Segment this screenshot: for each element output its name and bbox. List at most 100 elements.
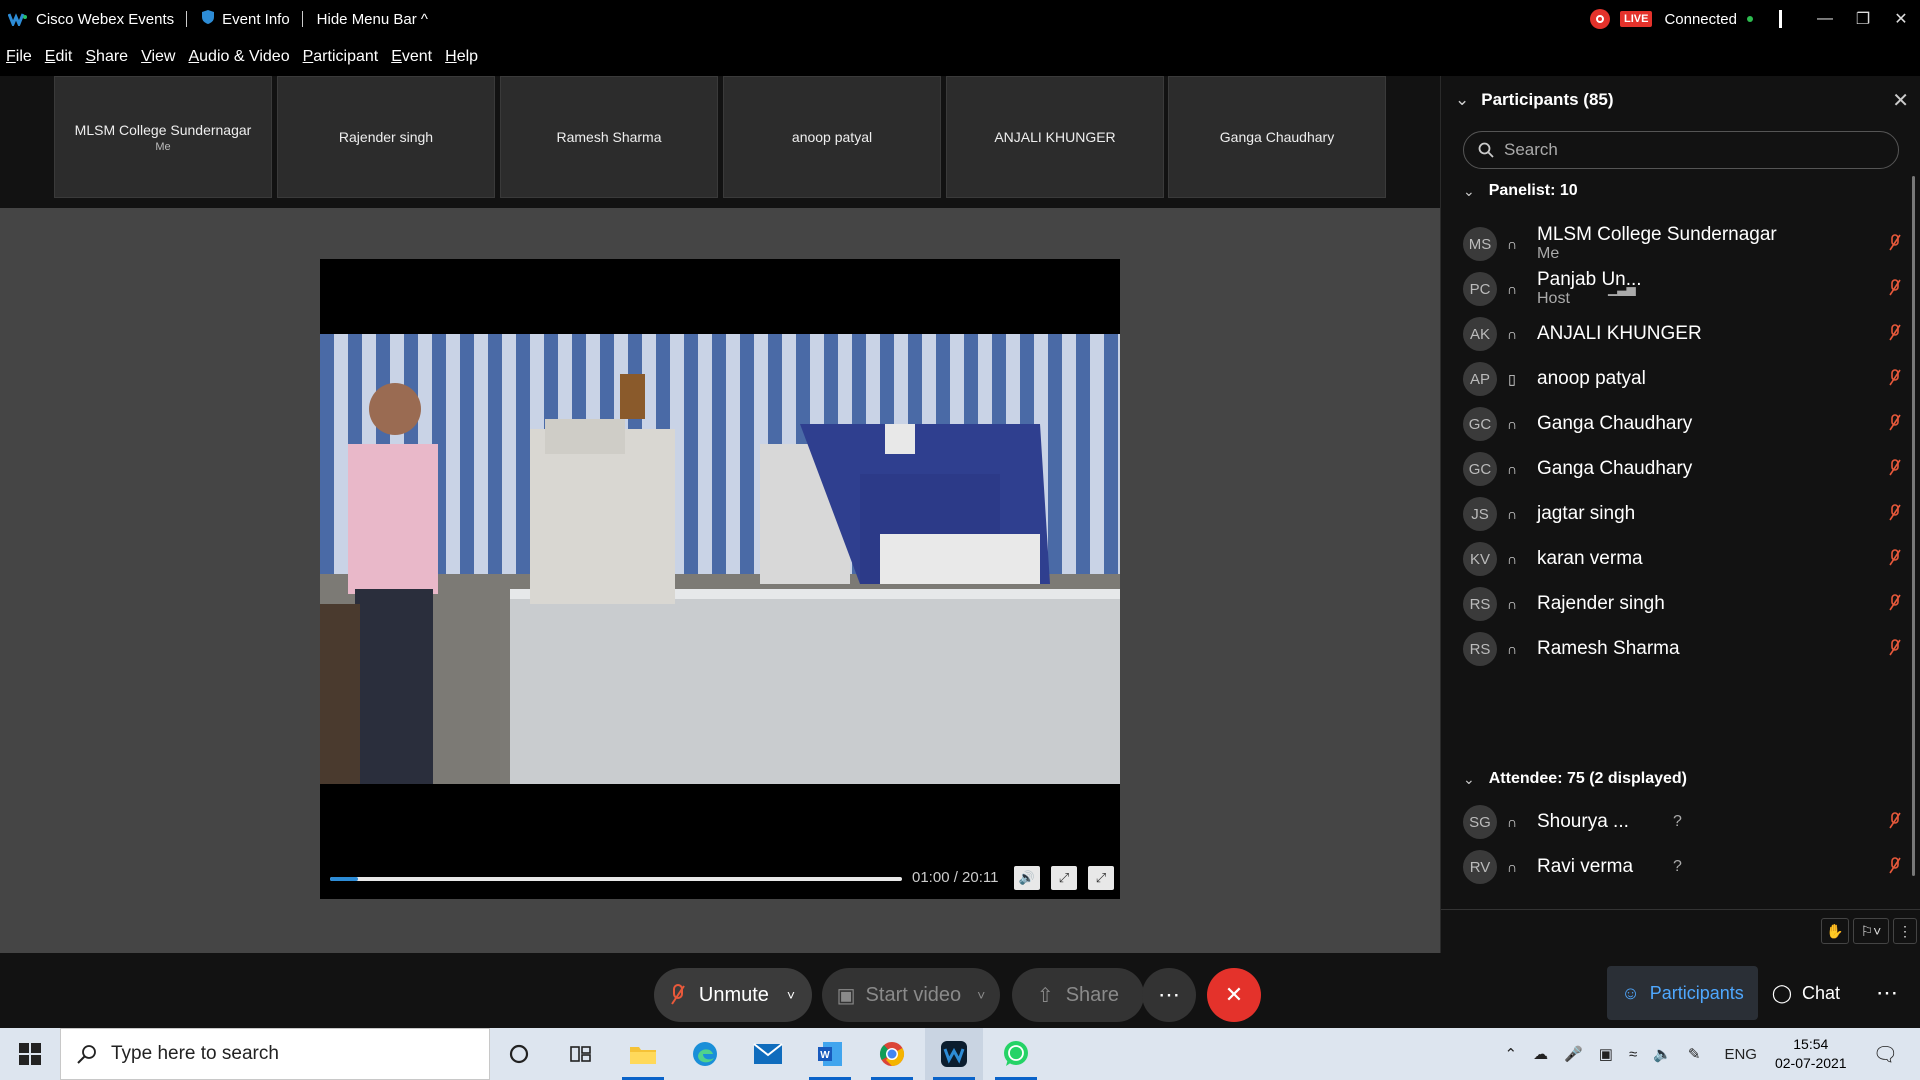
webcam-icon[interactable]: ▣: [1599, 1045, 1613, 1063]
leave-meeting-button[interactable]: ✕: [1207, 968, 1261, 1022]
panelist-row[interactable]: JS ∩ jagtar singh: [1463, 489, 1903, 539]
panelist-row[interactable]: GC ∩ Ganga Chaudhary: [1463, 444, 1903, 494]
muted-mic-icon[interactable]: [1889, 323, 1901, 343]
muted-mic-icon[interactable]: [1889, 278, 1901, 298]
muted-mic-icon[interactable]: [1889, 811, 1901, 831]
mail-icon[interactable]: [739, 1028, 797, 1080]
panelist-row[interactable]: GC ∩ Ganga Chaudhary: [1463, 399, 1903, 449]
muted-mic-icon[interactable]: [1889, 413, 1901, 433]
avatar: RS: [1463, 632, 1497, 666]
video-tile[interactable]: MLSM College Sundernagar Me: [54, 76, 272, 198]
taskbar-search-input[interactable]: Type here to search: [60, 1028, 490, 1080]
cloud-icon[interactable]: ☁: [1533, 1045, 1548, 1063]
video-tile[interactable]: Rajender singh: [277, 76, 495, 198]
raise-hand-icon[interactable]: ✋: [1821, 918, 1849, 944]
chevron-up-icon[interactable]: ⌃: [1505, 1045, 1518, 1063]
restore-icon[interactable]: ❐: [1844, 0, 1882, 38]
webex-taskbar-icon[interactable]: [925, 1028, 983, 1080]
expand-icon[interactable]: ⤢: [1051, 866, 1077, 890]
panelist-row[interactable]: RS ∩ Ramesh Sharma: [1463, 624, 1903, 674]
recording-icon[interactable]: [1589, 9, 1610, 29]
menu-participant[interactable]: Participant: [303, 48, 379, 66]
video-tile[interactable]: Ramesh Sharma: [500, 76, 718, 198]
close-icon[interactable]: ✕: [1882, 0, 1920, 38]
microphone-icon[interactable]: 🎤: [1564, 1045, 1583, 1063]
unknown-status-icon: ?: [1673, 813, 1682, 830]
panelist-row[interactable]: PC ∩ Panjab Un... Host ▁▃▅: [1463, 264, 1903, 314]
whatsapp-icon[interactable]: [987, 1028, 1045, 1080]
participant-text: karan verma: [1537, 549, 1643, 569]
muted-mic-icon[interactable]: [1889, 503, 1901, 523]
chevron-down-icon[interactable]: ⌄: [1455, 90, 1469, 110]
muted-mic-icon[interactable]: [1889, 458, 1901, 478]
panelist-group-header[interactable]: ⌄ Panelist: 10: [1463, 182, 1578, 200]
menu-help[interactable]: Help: [445, 48, 478, 66]
share-icon: ⇧: [1036, 984, 1054, 1007]
chevron-down-icon[interactable]: ˅: [977, 987, 985, 1003]
cortana-icon[interactable]: [490, 1028, 548, 1080]
menu-file[interactable]: File: [6, 48, 32, 66]
panel-scrollbar[interactable]: [1912, 176, 1915, 876]
tab-chat[interactable]: ◯ Chat: [1758, 966, 1854, 1020]
tab-participants[interactable]: ☺ Participants: [1607, 966, 1758, 1020]
participant-name: ANJALI KHUNGER: [1537, 323, 1702, 345]
start-button[interactable]: [0, 1028, 60, 1080]
more-options-icon[interactable]: ⋯: [1142, 968, 1196, 1022]
panelist-row[interactable]: AP ▯ anoop patyal: [1463, 354, 1903, 404]
menu-audio-video[interactable]: Audio & Video: [188, 48, 289, 66]
more-panels-icon[interactable]: ⋯: [1854, 966, 1920, 1020]
notification-icon[interactable]: 🗨: [1873, 1042, 1898, 1067]
muted-mic-icon[interactable]: [1889, 856, 1901, 876]
app-name: Cisco Webex Events: [36, 10, 175, 28]
reaction-menu-icon[interactable]: ⚐˅: [1853, 918, 1889, 944]
attendee-group-header[interactable]: ⌄ Attendee: 75 (2 displayed): [1463, 770, 1687, 788]
menu-view[interactable]: View: [141, 48, 175, 66]
video-tile[interactable]: anoop patyal: [723, 76, 941, 198]
headset-icon: ∩: [1506, 859, 1518, 875]
panelist-row[interactable]: AK ∩ ANJALI KHUNGER: [1463, 309, 1903, 359]
muted-mic-icon[interactable]: [1889, 233, 1901, 253]
attendee-row[interactable]: RV ∩ Ravi verma?: [1463, 842, 1903, 892]
avatar: AP: [1463, 362, 1497, 396]
video-frame[interactable]: [320, 334, 1120, 784]
muted-mic-icon[interactable]: [1889, 593, 1901, 613]
event-info-button[interactable]: Event Info: [201, 9, 290, 29]
playback-progress-bar[interactable]: [330, 877, 902, 881]
menu-share[interactable]: Share: [85, 48, 128, 66]
chrome-icon[interactable]: [863, 1028, 921, 1080]
attendee-row[interactable]: SG ∩ Shourya ...?: [1463, 797, 1903, 847]
volume-icon[interactable]: 🔊: [1014, 866, 1040, 890]
participant-text: ANJALI KHUNGER: [1537, 324, 1702, 344]
menu-edit[interactable]: Edit: [45, 48, 73, 66]
muted-mic-icon[interactable]: [1889, 638, 1901, 658]
fullscreen-icon[interactable]: ⤢: [1088, 866, 1114, 890]
panelist-row[interactable]: RS ∩ Rajender singh: [1463, 579, 1903, 629]
panelist-row[interactable]: KV ∩ karan verma: [1463, 534, 1903, 584]
hide-menu-bar-button[interactable]: Hide Menu Bar ^: [317, 11, 428, 28]
chevron-down-icon[interactable]: ˅: [787, 987, 795, 1003]
panelist-row[interactable]: MS ∩ MLSM College Sundernagar Me: [1463, 219, 1903, 269]
wifi-icon[interactable]: ≈: [1629, 1046, 1637, 1063]
participant-search-input[interactable]: Search: [1463, 131, 1899, 169]
language-indicator[interactable]: ENG: [1724, 1046, 1757, 1063]
muted-mic-icon[interactable]: [1889, 548, 1901, 568]
muted-mic-icon[interactable]: [1889, 368, 1901, 388]
minimize-icon[interactable]: —: [1806, 0, 1844, 38]
pen-icon[interactable]: ✎: [1688, 1045, 1701, 1063]
close-panel-icon[interactable]: ✕: [1892, 88, 1909, 113]
edge-browser-icon[interactable]: [676, 1028, 734, 1080]
menu-event[interactable]: Event: [391, 48, 432, 66]
video-tile[interactable]: ANJALI KHUNGER: [946, 76, 1164, 198]
shared-video-player[interactable]: 01:00 / 20:11 🔊 ⤢ ⤢: [320, 259, 1120, 899]
main-stage: MLSM College Sundernagar Me Rajender sin…: [0, 76, 1440, 953]
volume-icon[interactable]: 🔈: [1653, 1045, 1672, 1063]
task-view-icon[interactable]: [551, 1028, 609, 1080]
unmute-button[interactable]: Unmute ˅: [654, 968, 812, 1022]
file-explorer-icon[interactable]: [614, 1028, 672, 1080]
word-icon[interactable]: W: [801, 1028, 859, 1080]
more-options-icon[interactable]: ⋮: [1893, 918, 1917, 944]
start-video-button[interactable]: ▣ Start video ˅: [822, 968, 1000, 1022]
taskbar-clock[interactable]: 15:54 02-07-2021: [1775, 1035, 1847, 1073]
video-tile[interactable]: Ganga Chaudhary: [1168, 76, 1386, 198]
share-button[interactable]: ⇧ Share: [1012, 968, 1144, 1022]
